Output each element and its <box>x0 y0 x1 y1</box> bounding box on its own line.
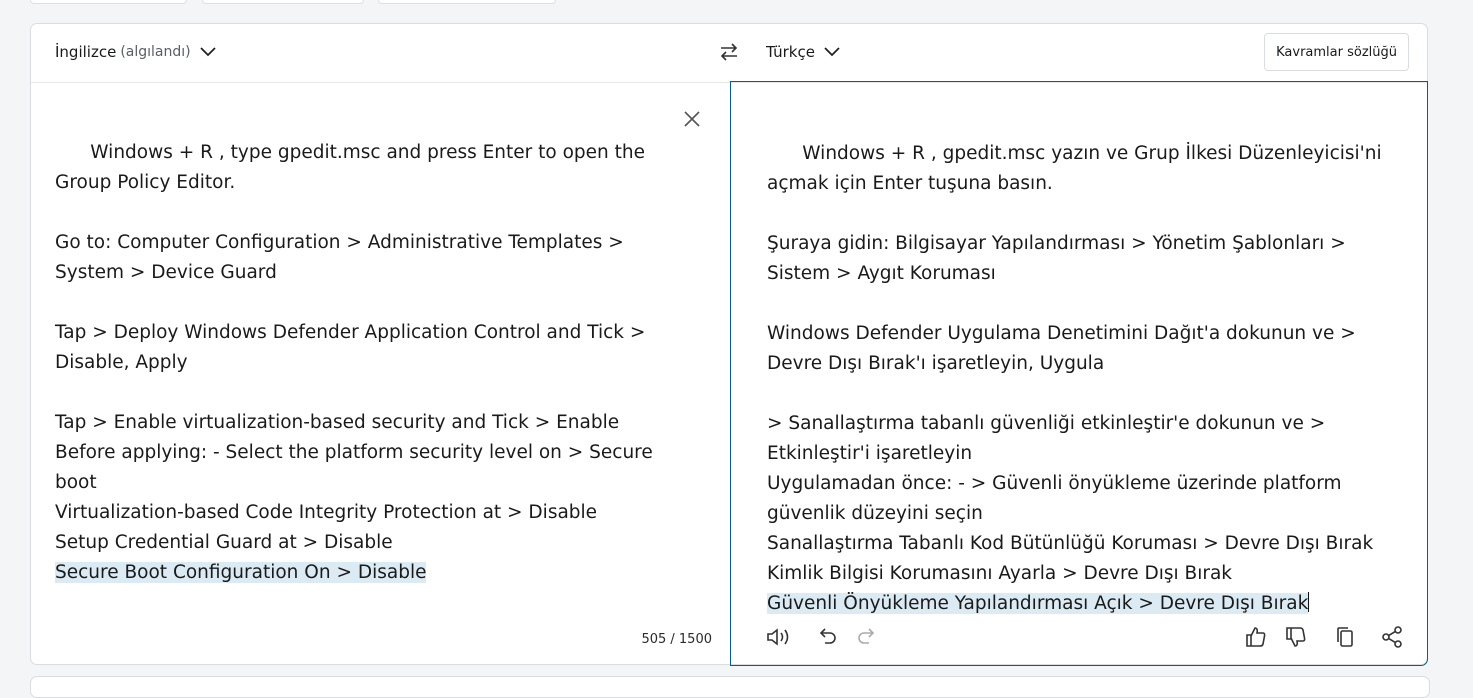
tab-placeholder[interactable] <box>378 0 556 4</box>
target-textarea[interactable]: Windows + R , gpedit.msc yazın ve Grup İ… <box>767 109 1397 649</box>
share-button[interactable] <box>1380 625 1404 653</box>
character-counter: 505 / 1500 <box>641 632 712 647</box>
tab-placeholder[interactable] <box>202 0 364 4</box>
target-language-label: Türkçe <box>766 43 815 61</box>
thumbs-up-icon <box>1246 627 1266 647</box>
clear-button[interactable] <box>683 110 701 132</box>
detected-label: (algılandı) <box>120 44 191 60</box>
source-textarea[interactable]: Windows + R , type gpedit.msc and press … <box>55 108 667 618</box>
close-icon <box>684 111 700 127</box>
source-highlighted-line: Secure Boot Configuration On > Disable <box>55 562 427 583</box>
copy-icon <box>1337 627 1353 647</box>
listen-button[interactable] <box>765 625 793 653</box>
speaker-icon <box>767 628 789 646</box>
source-language-label: İngilizce <box>55 43 117 61</box>
target-toolbar <box>731 609 1427 665</box>
redo-icon <box>858 628 875 644</box>
share-icon <box>1382 626 1402 648</box>
source-pane[interactable]: Windows + R , type gpedit.msc and press … <box>31 82 730 665</box>
like-button[interactable] <box>1244 625 1268 653</box>
undo-button[interactable] <box>815 625 839 653</box>
dislike-button[interactable] <box>1284 625 1308 653</box>
copy-button[interactable] <box>1334 625 1356 653</box>
target-language-selector[interactable]: Türkçe <box>766 43 841 61</box>
undo-icon <box>819 628 836 644</box>
glossary-button[interactable]: Kavramlar sözlüğü <box>1264 33 1409 71</box>
thumbs-down-icon <box>1286 627 1306 647</box>
tab-placeholder[interactable] <box>30 0 187 4</box>
chevron-down-icon <box>824 47 840 57</box>
next-section <box>30 676 1430 698</box>
language-bar: İngilizce (algılandı) Türkçe Kavramlar s… <box>31 24 1427 83</box>
chevron-down-icon <box>199 47 216 57</box>
swap-languages-button[interactable] <box>717 41 741 67</box>
source-language-selector[interactable]: İngilizce (algılandı) <box>55 43 217 61</box>
source-text: Windows + R , type gpedit.msc and press … <box>55 142 653 553</box>
redo-button[interactable] <box>855 625 879 653</box>
swap-icon <box>720 43 738 61</box>
translator-panel: İngilizce (algılandı) Türkçe Kavramlar s… <box>30 23 1428 666</box>
target-text: Windows + R , gpedit.msc yazın ve Grup İ… <box>767 143 1382 584</box>
target-pane[interactable]: Windows + R , gpedit.msc yazın ve Grup İ… <box>730 81 1428 666</box>
